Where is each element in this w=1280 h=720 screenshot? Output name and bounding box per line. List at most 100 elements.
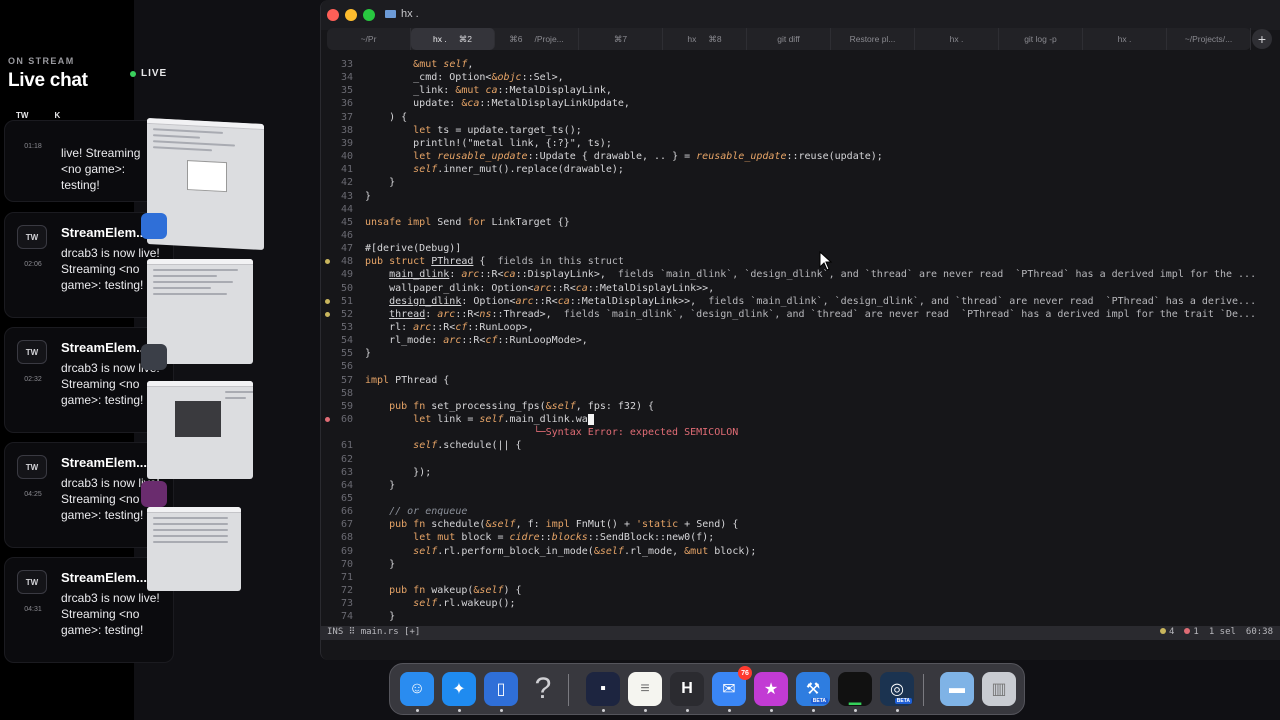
star-app-icon[interactable]: ★	[754, 672, 788, 706]
terminal-tab[interactable]: ⌘6/Proje...	[495, 28, 579, 50]
tab-bar: ~/Pr hx . ⌘2 ⌘6/Proje... ⌘7 hx ⌘8 git diff Resto…	[327, 28, 1251, 50]
mail-icon[interactable]: ✉ 76	[712, 666, 752, 706]
code-line: 42 }	[321, 176, 1280, 189]
code-line: 56	[321, 360, 1280, 373]
terminal-tab[interactable]: Restore pl...	[831, 28, 915, 50]
chat-eyebrow: ON STREAM	[8, 56, 75, 66]
code-text: pub fn wakeup(&self) {	[389, 585, 522, 596]
chat-message-time: 04:25	[24, 491, 42, 498]
dock-separator	[568, 674, 569, 706]
line-number: 33	[340, 59, 353, 70]
tab-shortcut: /Proje...	[534, 34, 564, 44]
code-line: 50 wallpaper_dlink: Option<arc::R<ca::Me…	[321, 282, 1280, 295]
error-dot-icon	[1184, 628, 1191, 634]
running-indicator	[500, 709, 503, 712]
code-text: #[derive(Debug)]	[365, 243, 462, 255]
code-text: self.rl.wakeup();	[413, 598, 516, 610]
terminal-tab[interactable]: hx . ⌘2	[411, 28, 495, 50]
app-icon	[141, 481, 167, 507]
code-editor[interactable]: 33 &mut self, 34 _cmd: Option<&objc::Sel>…	[321, 58, 1280, 624]
terminal-tab[interactable]: hx .	[915, 28, 999, 50]
line-number: 68	[340, 532, 353, 544]
code-text: }	[365, 190, 372, 202]
code-text: let reusable_update::Update { drawable, …	[413, 151, 883, 163]
code-line: 58	[321, 387, 1280, 400]
title-bar: hx .	[321, 0, 1280, 30]
code-line: 33 &mut self,	[321, 58, 1280, 71]
help-icon[interactable]: ?	[526, 672, 560, 706]
tab-label: git log -p	[1024, 34, 1057, 44]
running-indicator	[854, 709, 857, 712]
line-number: 42	[340, 177, 353, 189]
code-line: 53 rl: arc::R<cf::RunLoop>,	[321, 321, 1280, 334]
running-indicator	[728, 709, 731, 712]
code-line: 54 rl_mode: arc::R<cf::RunLoopMode>,	[321, 334, 1280, 347]
live-chat-panel: ON STREAM Live chat TW K 01:18 live! Str…	[0, 0, 174, 720]
chat-message-time: 02:32	[24, 376, 42, 383]
trash-icon[interactable]: ▥	[982, 672, 1016, 706]
code-line: 51 design_dlink: Option<arc::R<ca::Metal…	[321, 295, 1280, 308]
terminal-tab[interactable]: ~/Pr	[327, 28, 411, 50]
line-number: 70	[340, 558, 353, 570]
activity-monitor-icon[interactable]: ▁	[838, 672, 872, 706]
editor-mode: INS	[327, 627, 344, 637]
line-number: 63	[340, 466, 353, 478]
code-text: unsafe impl Send for LinkTarget {}	[365, 216, 570, 228]
simulator-icon[interactable]: ▯	[484, 672, 518, 706]
terminal-tab[interactable]: ~/Projects/...	[1167, 28, 1251, 50]
terminal-tab[interactable]: ⌘7	[579, 28, 663, 50]
chat-tab-kick[interactable]: K	[54, 111, 60, 120]
instruments-beta-icon[interactable]: ◎ BETA	[880, 672, 914, 706]
folder-icon[interactable]: ▬	[940, 672, 974, 706]
window-thumbnail[interactable]	[147, 507, 241, 591]
code-text: let ts = update.target_ts();	[413, 124, 582, 136]
minimize-window-button[interactable]	[345, 9, 357, 21]
safari-icon[interactable]: ✦	[442, 672, 476, 706]
code-line: 62	[321, 453, 1280, 466]
terminal-tab[interactable]: git log -p	[999, 28, 1083, 50]
code-text: update: &ca::MetalDisplayLinkUpdate,	[365, 98, 630, 110]
chat-message-author: StreamElem...	[61, 225, 147, 240]
line-number: 44	[340, 203, 353, 215]
code-text: thread: arc::R<ns::Thread>, fields `main…	[389, 308, 1257, 320]
line-number: 40	[340, 151, 353, 163]
terminal-tab[interactable]: hx ⌘8	[663, 28, 747, 50]
code-text: // or enqueue	[389, 506, 468, 518]
code-line: 55}	[321, 347, 1280, 360]
code-text: self.rl.perform_block_in_mode(&self.rl_m…	[413, 545, 757, 557]
code-line: 60 let link = self.main_dlink.wa	[321, 413, 1280, 426]
code-text: _cmd: Option<&objc::Sel>,	[365, 72, 564, 84]
code-line: 41 self.inner_mut().replace(drawable);	[321, 163, 1280, 176]
window-thumbnail[interactable]	[147, 381, 253, 479]
line-number: 56	[340, 361, 353, 373]
code-line: └─Syntax Error: expected SEMICOLON	[321, 426, 1280, 439]
tab-label: hx .	[1117, 34, 1132, 44]
line-number: 48	[340, 256, 353, 268]
code-text: pub struct PThread { fields in this stru…	[365, 256, 624, 268]
gutter	[321, 295, 333, 308]
new-tab-button[interactable]: +	[1252, 29, 1272, 49]
code-text: impl PThread {	[365, 374, 450, 386]
chat-title: Live chat	[8, 70, 88, 91]
chat-message-body: live! Streaming <no game>: testing!	[61, 146, 141, 192]
code-line: 66 // or enqueue	[321, 505, 1280, 518]
code-line: 38 let ts = update.target_ts();	[321, 124, 1280, 137]
close-window-button[interactable]	[327, 9, 339, 21]
line-number: 58	[340, 387, 353, 399]
helix-icon[interactable]: H	[670, 672, 704, 706]
chat-tab-twitch[interactable]: TW	[16, 111, 28, 120]
line-number: 51	[340, 295, 353, 307]
code-text: &mut self,	[413, 59, 474, 70]
line-number: 43	[340, 190, 353, 202]
notes-icon[interactable]: ≡	[628, 672, 662, 706]
screen-app-icon[interactable]: ▪	[586, 672, 620, 706]
zoom-window-button[interactable]	[363, 9, 375, 21]
line-number: 52	[340, 308, 353, 320]
code-line: 37 ) {	[321, 111, 1280, 124]
twitch-avatar: TW	[17, 340, 47, 364]
terminal-tab[interactable]: hx .	[1083, 28, 1167, 50]
live-label: LIVE	[141, 68, 168, 79]
finder-icon[interactable]: ☺	[400, 672, 434, 706]
terminal-tab[interactable]: git diff	[747, 28, 831, 50]
xcode-beta-icon[interactable]: ⚒ BETA	[796, 672, 830, 706]
